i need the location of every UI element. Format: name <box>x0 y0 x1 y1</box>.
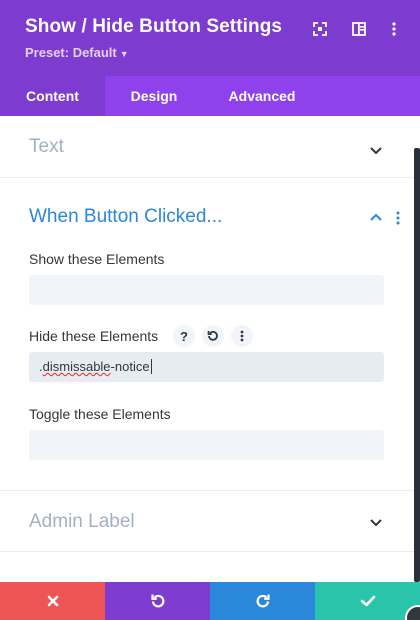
preset-selector[interactable]: Preset: Default ▼ <box>25 45 129 60</box>
undo-icon <box>150 594 164 608</box>
save-button[interactable] <box>315 582 420 620</box>
text-cursor <box>150 359 152 374</box>
tab-design[interactable]: Design <box>115 76 193 116</box>
chevron-down-icon[interactable] <box>369 143 383 157</box>
section-text[interactable]: Text <box>0 116 420 178</box>
cancel-button[interactable] <box>0 582 105 620</box>
more-vertical-icon[interactable] <box>383 18 405 40</box>
show-elements-input[interactable] <box>29 275 384 305</box>
section-when-button-clicked: When Button Clicked... Show these Elemen… <box>0 178 420 491</box>
scrollbar[interactable] <box>414 148 420 582</box>
redo-icon <box>256 594 270 608</box>
cancel-icon <box>47 595 58 607</box>
reset-icon[interactable] <box>202 325 224 347</box>
chevron-down-icon[interactable] <box>369 515 383 529</box>
settings-tabs: Content Design Advanced <box>0 76 420 116</box>
show-elements-label: Show these Elements <box>29 251 165 267</box>
redo-button[interactable] <box>210 582 315 620</box>
section-admin-label[interactable]: Admin Label <box>0 491 420 552</box>
expand-icon[interactable] <box>309 18 331 40</box>
hide-elements-input[interactable]: .dismissable-notice <box>29 352 384 382</box>
field-options-icon[interactable] <box>231 325 253 347</box>
save-check-icon <box>360 595 375 607</box>
chevron-up-icon[interactable] <box>369 211 383 225</box>
section-title: Admin Label <box>29 511 135 532</box>
settings-header: Show / Hide Button Settings Preset: Defa… <box>0 0 420 76</box>
section-title: Text <box>29 136 64 157</box>
tab-content[interactable]: Content <box>0 76 105 116</box>
footer-actions <box>0 582 420 620</box>
help-icon[interactable]: ? <box>173 325 195 347</box>
modal-title: Show / Hide Button Settings <box>25 16 283 37</box>
hide-elements-label: Hide these Elements <box>29 328 159 344</box>
caret-down-icon: ▼ <box>119 49 129 59</box>
toggle-elements-input[interactable] <box>29 430 384 460</box>
tab-advanced[interactable]: Advanced <box>218 76 306 116</box>
undo-button[interactable] <box>105 582 210 620</box>
toggle-elements-label: Toggle these Elements <box>29 406 171 422</box>
more-vertical-icon[interactable] <box>396 211 400 225</box>
section-title[interactable]: When Button Clicked... <box>29 206 222 228</box>
sidebar-toggle-icon[interactable] <box>348 18 370 40</box>
